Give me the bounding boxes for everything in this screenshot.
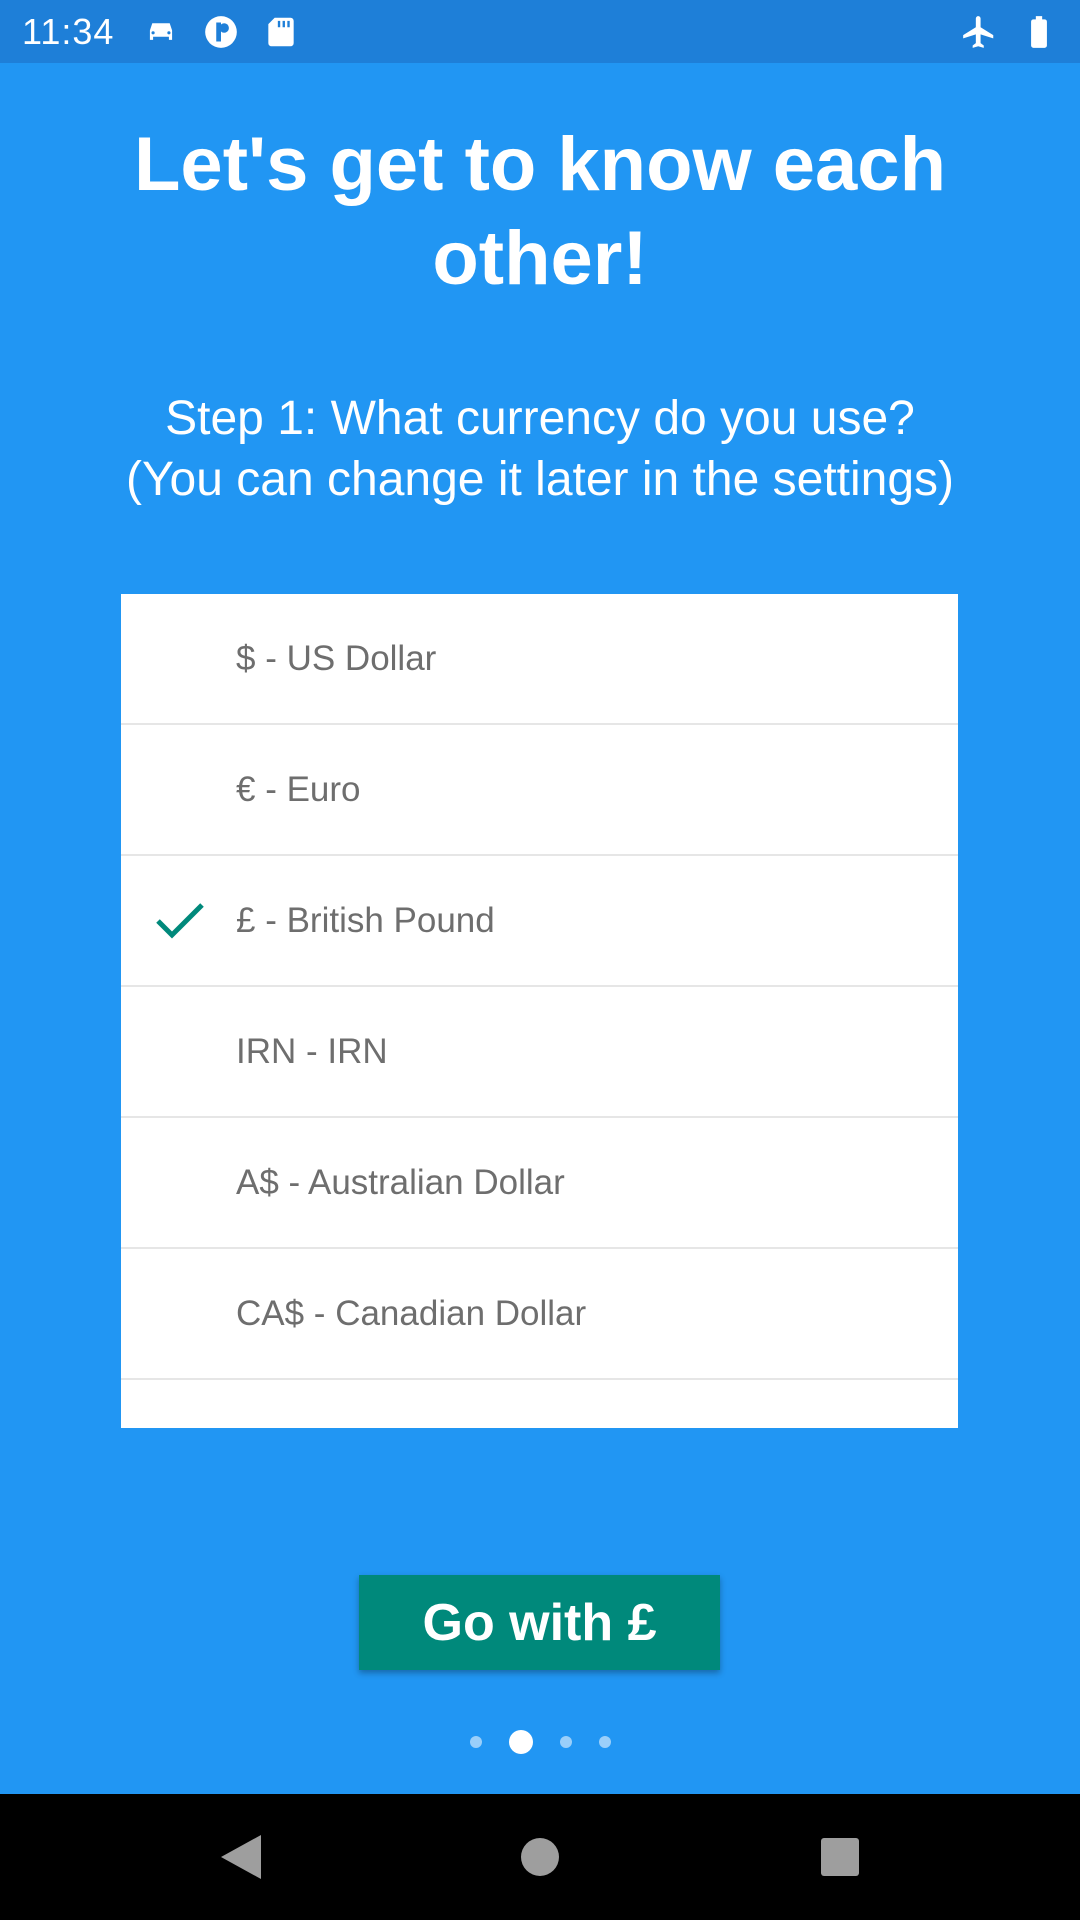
subtitle: Step 1: What currency do you use? (You c…	[0, 388, 1080, 510]
currency-label: $ - US Dollar	[236, 638, 437, 678]
car-icon	[150, 22, 173, 40]
battery-icon	[1031, 15, 1047, 48]
page-dot-1	[469, 1736, 482, 1748]
navigation-bar	[0, 1794, 1080, 1920]
subtitle-step: Step 1: What currency do you use?	[165, 392, 915, 445]
notification-app-icon	[205, 15, 238, 48]
currency-label: A$ - Australian Dollar	[236, 1162, 565, 1202]
currency-label: IRN - IRN	[236, 1031, 388, 1071]
page-dot-4	[598, 1736, 611, 1748]
currency-item-eur[interactable]: € - Euro	[121, 725, 958, 856]
currency-item-usd[interactable]: $ - US Dollar	[121, 594, 958, 725]
subtitle-hint: (You can change it later in the settings…	[125, 453, 955, 506]
checkmark-icon	[156, 903, 204, 939]
back-button[interactable]	[200, 1817, 280, 1897]
page-title: Let's get to know each other!	[134, 122, 946, 301]
currency-item-aud[interactable]: A$ - Australian Dollar	[121, 1118, 958, 1249]
home-circle-icon	[521, 1838, 559, 1876]
go-with-currency-button[interactable]: Go with £	[359, 1575, 720, 1670]
page-indicator	[0, 1730, 1080, 1754]
back-triangle-icon	[221, 1835, 261, 1879]
recents-button[interactable]	[800, 1817, 880, 1897]
recents-square-icon	[821, 1838, 859, 1876]
sd-card-icon	[268, 17, 295, 46]
currency-item-next[interactable]	[121, 1380, 958, 1428]
currency-label: € - Euro	[236, 769, 361, 809]
home-button[interactable]	[500, 1817, 580, 1897]
currency-label: £ - British Pound	[236, 900, 495, 940]
page-dot-3	[559, 1736, 572, 1748]
currency-label: CA$ - Canadian Dollar	[236, 1293, 587, 1333]
page-dot-2-active	[508, 1730, 533, 1754]
status-bar: 11:34	[0, 0, 1080, 63]
status-time: 11:34	[22, 10, 115, 52]
currency-item-gbp[interactable]: £ - British Pound	[121, 856, 958, 987]
currency-item-irn[interactable]: IRN - IRN	[121, 987, 958, 1118]
currency-list[interactable]: $ - US Dollar € - Euro £ - British Pound…	[121, 594, 958, 1428]
currency-item-cad[interactable]: CA$ - Canadian Dollar	[121, 1249, 958, 1380]
airplane-mode-icon	[963, 15, 994, 48]
